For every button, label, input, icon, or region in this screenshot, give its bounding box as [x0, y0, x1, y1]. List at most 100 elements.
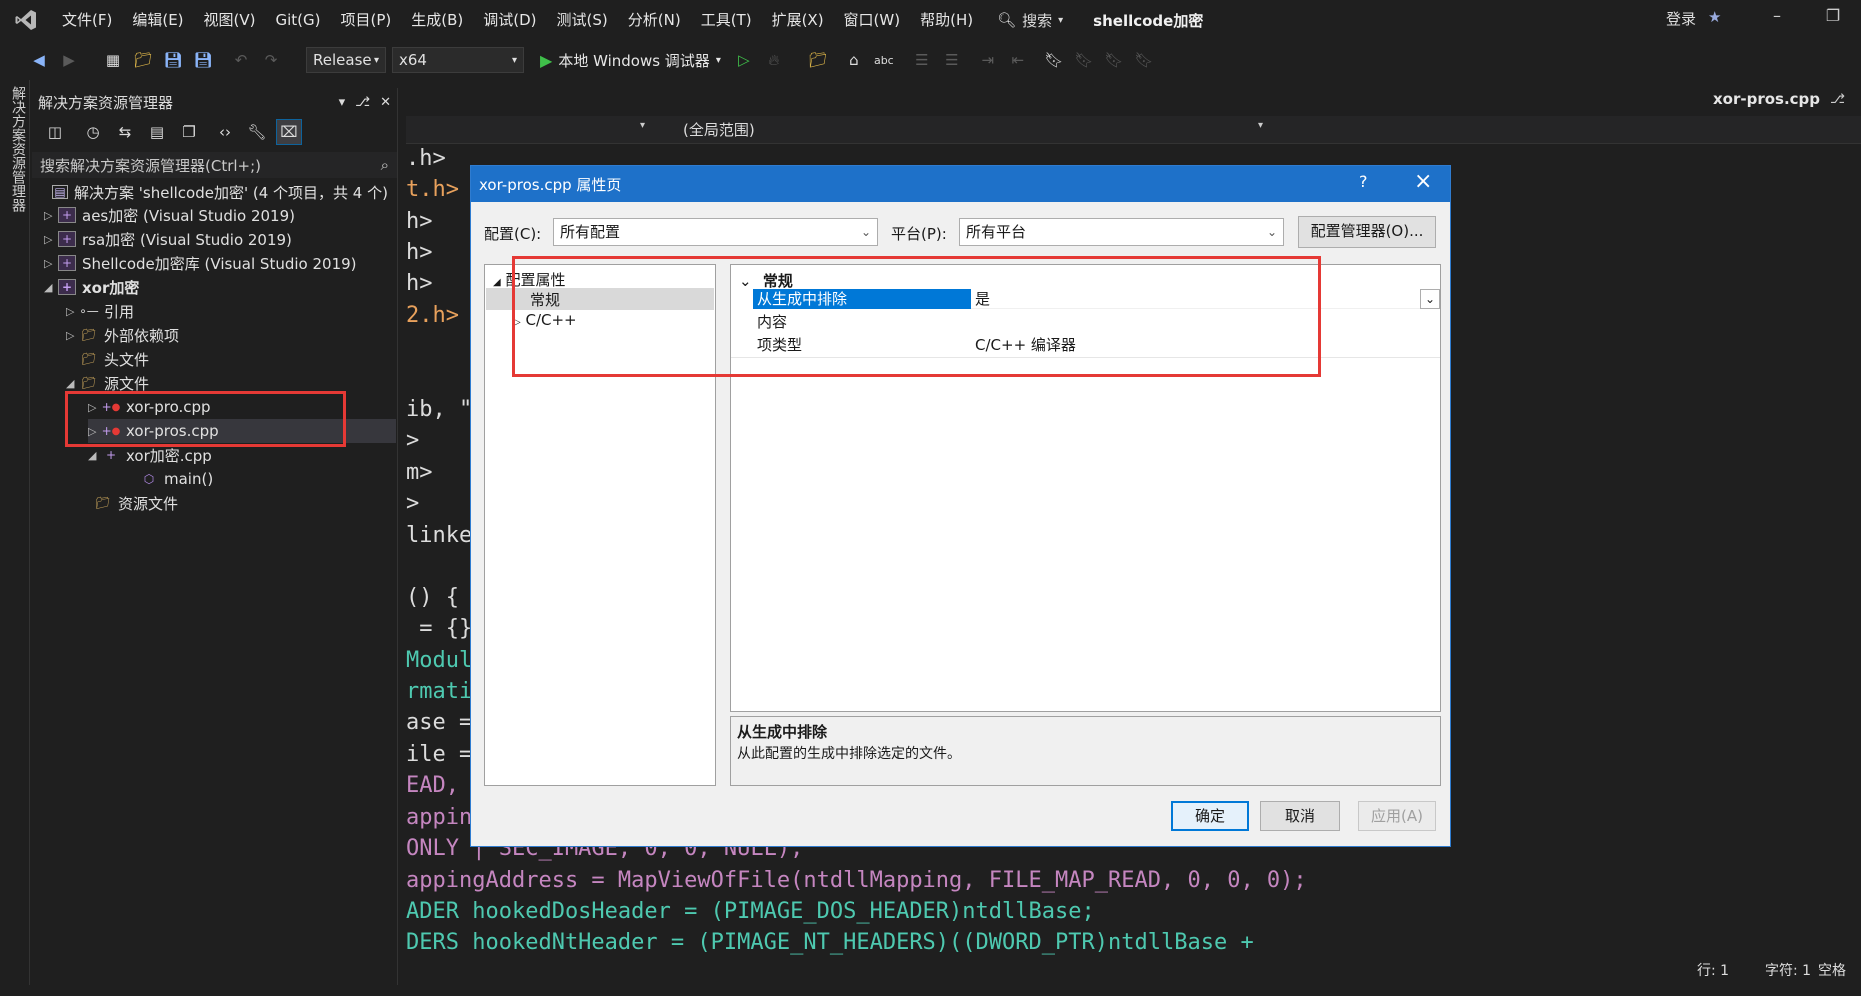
menu-test[interactable]: 测试(S)	[547, 0, 618, 40]
close-icon[interactable]: ×	[1414, 169, 1432, 194]
login-link[interactable]: 登录	[1666, 8, 1696, 29]
properties-wrench-icon[interactable]: 🔧︎	[244, 119, 270, 145]
code-line[interactable]: h>	[406, 209, 433, 234]
menu-extensions[interactable]: 扩展(X)	[762, 0, 834, 40]
next-bookmark-icon[interactable]: 🔖︎	[1101, 47, 1127, 73]
menu-view[interactable]: 视图(V)	[194, 0, 266, 40]
menu-edit[interactable]: 编辑(E)	[122, 0, 193, 40]
hot-reload-icon[interactable]: 🔥︎	[761, 47, 787, 73]
close-icon[interactable]: ✕	[380, 95, 391, 110]
code-line[interactable]: linke	[406, 523, 472, 548]
outdent-icon[interactable]: ⇤	[1005, 47, 1031, 73]
start-debug-button[interactable]: ▶ 本地 Windows 调试器 ▾	[540, 50, 721, 71]
expand-icon[interactable]: ▷	[44, 209, 58, 222]
code-line[interactable]: DERS hookedNtHeader = (PIMAGE_NT_HEADERS…	[406, 930, 1254, 955]
account-icon[interactable]: ★	[1708, 8, 1721, 26]
scope-dropdown[interactable]: (全局范围)	[673, 117, 1273, 143]
code-line[interactable]: ase =	[406, 710, 472, 735]
code-line[interactable]: 2.h>	[406, 303, 459, 328]
code-line[interactable]: () {	[406, 585, 459, 610]
sync-icon[interactable]: ⇆	[112, 119, 138, 145]
code-line[interactable]: EAD,	[406, 773, 459, 798]
menu-tools[interactable]: 工具(T)	[691, 0, 762, 40]
apply-button[interactable]: 应用(A)	[1358, 801, 1436, 831]
config-manager-button[interactable]: 配置管理器(O)...	[1298, 216, 1436, 248]
chevron-down-icon[interactable]: ▾	[1258, 120, 1263, 131]
tree-references[interactable]: ▷ ∘— 引用	[66, 299, 134, 323]
solution-explorer-search[interactable]: 搜索解决方案资源管理器(Ctrl+;) ⌕	[32, 152, 397, 178]
indent-icon[interactable]: ⇥	[975, 47, 1001, 73]
menu-file[interactable]: 文件(F)	[52, 0, 122, 40]
menu-debug[interactable]: 调试(D)	[473, 0, 546, 40]
code-line[interactable]: ADER hookedDosHeader = (PIMAGE_DOS_HEADE…	[406, 899, 1095, 924]
tree-resource-files[interactable]: 📁︎ 资源文件	[94, 491, 178, 515]
expand-icon[interactable]: ▷	[66, 329, 80, 342]
undo-icon[interactable]: ↶	[228, 47, 254, 73]
code-line[interactable]: >	[406, 428, 419, 453]
code-view-icon[interactable]: ‹›	[212, 119, 238, 145]
collapse-icon[interactable]: ◢	[44, 281, 58, 294]
expand-icon[interactable]: ▷	[66, 305, 80, 318]
code-line[interactable]: appingAddress = MapViewOfFile(ntdllMappi…	[406, 868, 1307, 893]
collapse-icon[interactable]: ◢	[88, 449, 102, 462]
clear-bookmark-icon[interactable]: 🔖︎	[1131, 47, 1157, 73]
code-line[interactable]: h>	[406, 271, 433, 296]
code-line[interactable]: m>	[406, 460, 433, 485]
redo-icon[interactable]: ↷	[258, 47, 284, 73]
back-icon[interactable]: ◀	[26, 47, 52, 73]
solution-explorer-side-tab[interactable]: 解决方案资源管理器	[10, 86, 28, 212]
menu-window[interactable]: 窗口(W)	[834, 0, 911, 40]
start-without-debug-icon[interactable]: ▷	[731, 47, 757, 73]
expand-icon[interactable]: ▷	[44, 257, 58, 270]
tree-project-lib[interactable]: ▷ + Shellcode加密库 (Visual Studio 2019)	[44, 251, 357, 275]
configuration-select[interactable]: Release ▾	[306, 47, 386, 73]
code-line[interactable]: appin	[406, 805, 472, 830]
code-line[interactable]: Modul	[406, 648, 472, 673]
code-line[interactable]: ile =	[406, 742, 472, 767]
collapse-all-icon[interactable]: ▤	[144, 119, 170, 145]
code-line[interactable]: rmati	[406, 679, 472, 704]
chevron-down-icon[interactable]: ▾	[339, 95, 346, 110]
save-all-icon[interactable]: 💾︎	[190, 47, 216, 73]
folder-icon[interactable]: 📁︎	[805, 47, 831, 73]
tree-project-aes[interactable]: ▷ + aes加密 (Visual Studio 2019)	[44, 203, 295, 227]
menu-analyze[interactable]: 分析(N)	[618, 0, 691, 40]
collapse-icon[interactable]: ◢	[66, 377, 80, 390]
expand-icon[interactable]: ▷	[44, 233, 58, 246]
pin-icon[interactable]: ⎇	[355, 95, 370, 110]
platform-combobox[interactable]: 所有平台 ⌄	[959, 218, 1284, 246]
switch-views-icon[interactable]: ◫	[42, 119, 68, 145]
ok-button[interactable]: 确定	[1171, 801, 1249, 831]
code-line[interactable]: h>	[406, 240, 433, 265]
prev-bookmark-icon[interactable]: 🔖︎	[1071, 47, 1097, 73]
tree-external-deps[interactable]: ▷ 📁︎ 外部依赖项	[66, 323, 179, 347]
tree-project-xor[interactable]: ◢ + xor加密	[44, 275, 139, 299]
editor-tab-xor-pros[interactable]: xor-pros.cpp	[1713, 90, 1820, 108]
code-line[interactable]: ib, "	[406, 397, 472, 422]
menu-help[interactable]: 帮助(H)	[910, 0, 983, 40]
spellcheck-icon[interactable]: abc	[871, 47, 897, 73]
restore-icon[interactable]: ❐	[1818, 6, 1848, 32]
bookmark-icon[interactable]: 🔖︎	[1041, 47, 1067, 73]
code-line[interactable]: .h>	[406, 146, 446, 171]
collapse-icon[interactable]: ◢	[493, 277, 501, 288]
chevron-down-icon[interactable]: ▾	[640, 120, 645, 131]
tree-header-files[interactable]: 📁︎ 头文件	[80, 347, 149, 371]
uncomment-icon[interactable]: ☰	[939, 47, 965, 73]
menu-project[interactable]: 项目(P)	[331, 0, 402, 40]
pin-icon[interactable]: ⎇	[1830, 92, 1845, 107]
chevron-down-icon[interactable]: ⌄	[1420, 289, 1440, 309]
code-line[interactable]: t.h>	[406, 177, 459, 202]
open-folder-icon[interactable]: 📁︎	[130, 47, 156, 73]
status-spaces[interactable]: 空格	[1818, 960, 1846, 980]
new-project-icon[interactable]: ▦	[100, 47, 126, 73]
history-icon[interactable]: ◷	[80, 119, 106, 145]
menu-git[interactable]: Git(G)	[266, 0, 331, 40]
tree-project-rsa[interactable]: ▷ + rsa加密 (Visual Studio 2019)	[44, 227, 292, 251]
help-icon[interactable]: ?	[1359, 172, 1368, 191]
browse-icon[interactable]: ⌂	[841, 47, 867, 73]
preview-selected-icon[interactable]: ⌧	[276, 119, 302, 145]
tree-function-main[interactable]: ⬡ main()	[140, 467, 213, 491]
config-combobox[interactable]: 所有配置 ⌄	[553, 218, 878, 246]
search-menu[interactable]: 🔍︎ 搜索 ▾	[997, 10, 1063, 31]
